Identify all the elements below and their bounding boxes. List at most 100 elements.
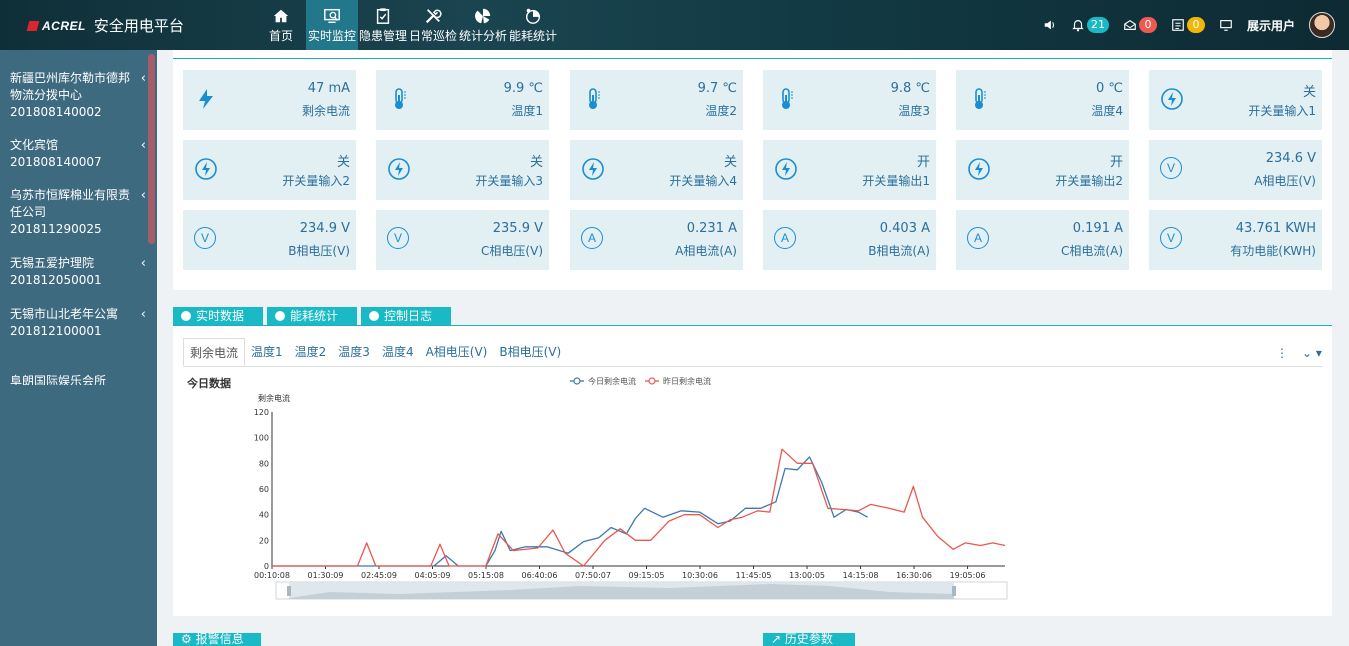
nav-label: 统计分析 [458, 28, 507, 43]
sidebar-site-item[interactable]: 文化宾馆 201808140007 ‹ [10, 137, 146, 171]
x-tick-label: 14:15:08 [843, 571, 879, 580]
x-tick-label: 02:45:09 [361, 571, 397, 580]
nav-energy[interactable]: 能耗统计 [508, 0, 558, 50]
subtab-temp2[interactable]: 温度2 [289, 338, 333, 366]
subtab-a-voltage[interactable]: A相电压(V) [420, 338, 494, 366]
subtab-temp3[interactable]: 温度3 [332, 338, 376, 366]
monitor-icon [324, 8, 340, 23]
chevron-down-icon[interactable]: ⌄ ▾ [1302, 346, 1322, 360]
pie-icon [275, 311, 285, 321]
residual-current-chart: 剩余电流 0 20 40 60 80 100 120 00:10:08 01:30:09 02:45… [254, 376, 1008, 600]
tab-alarm-info[interactable]: ⚙ 报警信息 [173, 633, 261, 646]
tab-energy-stats[interactable]: 能耗统计 [267, 307, 357, 325]
x-tick-label: 01:30:09 [308, 571, 344, 580]
volume-icon[interactable] [1043, 18, 1057, 32]
top-bar: ACREL 安全用电平台 首页 实时监控 隐患管理 日常巡检 统计分析 能耗统计 [0, 0, 1349, 50]
y-tick-label: 20 [259, 536, 269, 545]
metric-tile: 9.7 ℃ 温度2 [570, 70, 743, 130]
metric-tile: V 234.6 V A相电压(V) [1149, 140, 1322, 200]
brand-logo[interactable]: ACREL 安全用电平台 [26, 15, 184, 36]
nav-hazard-management[interactable]: 隐患管理 [358, 0, 408, 50]
sidebar-site-item[interactable]: 阜朗国际娱乐会所 ‹ [10, 373, 138, 385]
site-name: 乌苏市恒辉棉业有限责任公司 [10, 188, 131, 219]
switch-icon [194, 157, 218, 181]
sidebar-site-item[interactable]: 新疆巴州库尔勒市德邦物流分拨中心 201808140002 ‹ [10, 70, 146, 121]
metric-tile: 47 mA 剩余电流 [183, 70, 356, 130]
alarm-notifications[interactable]: 21 [1071, 17, 1109, 33]
screen-icon[interactable] [1219, 18, 1233, 32]
tab-control-log[interactable]: 控制日志 [361, 307, 451, 325]
legend-label: 今日剩余电流 [588, 376, 636, 386]
user-avatar[interactable] [1309, 12, 1335, 38]
chevron-left-icon[interactable]: ‹ [141, 255, 146, 272]
legend-marker [648, 377, 656, 385]
metric-label: 开关量输入4 [669, 174, 737, 188]
chevron-left-icon[interactable]: ‹ [141, 70, 146, 87]
metric-tile: 关开关量输入2 [183, 140, 356, 200]
nav-realtime-monitor[interactable]: 实时监控 [306, 0, 358, 50]
sidebar-scrollbar[interactable] [148, 54, 155, 244]
nav-home[interactable]: 首页 [256, 0, 306, 50]
metric-value: 0.403 A [879, 221, 930, 236]
subtab-divider [183, 366, 1322, 367]
y-tick-label: 40 [259, 511, 269, 520]
nav-statistics[interactable]: 统计分析 [458, 0, 508, 50]
trend-icon: ↗ [771, 633, 782, 646]
chevron-left-icon[interactable]: ‹ [141, 137, 146, 154]
sidebar-site-item[interactable]: 乌苏市恒辉棉业有限责任公司 201811290025 ‹ [10, 187, 146, 238]
thermometer-icon [774, 87, 798, 111]
sidebar-site-item[interactable]: 无锡五爱护理院 201812050001 ‹ [10, 255, 146, 289]
zoom-handle-left [287, 586, 291, 596]
metric-value: 43.761 KWH [1235, 221, 1316, 236]
chevron-left-icon[interactable]: ‹ [141, 306, 146, 323]
bell-icon [1072, 20, 1084, 32]
metric-label: 开关量输入2 [282, 174, 350, 188]
thermometer-icon [581, 87, 605, 111]
y-tick-label: 0 [264, 562, 269, 571]
metric-tile: A 0.191 A C相电流(A) [956, 210, 1129, 270]
metric-value: 关 [336, 155, 350, 170]
voltage-icon: V [1160, 157, 1184, 181]
chevron-left-icon[interactable]: ‹ [141, 187, 146, 204]
x-tick-label: 00:10:08 [254, 571, 290, 580]
metric-tabs: 剩余电流 温度1 温度2 温度3 温度4 A相电压(V) B相电压(V) [183, 338, 567, 366]
site-id: 201808140007 [10, 155, 102, 169]
tab-realtime-data[interactable]: 实时数据 [173, 307, 263, 325]
site-name: 无锡市山北老年公寓 [10, 307, 119, 321]
metric-label: 开关量输入1 [1248, 104, 1316, 118]
metric-label: 开关量输出1 [862, 174, 930, 188]
site-name: 文化宾馆 [10, 138, 59, 152]
metric-value: 234.6 V [1265, 151, 1316, 166]
task-notifications[interactable]: 0 [1171, 17, 1205, 33]
x-tick-label: 19:05:06 [950, 571, 986, 580]
nav-daily-inspection[interactable]: 日常巡检 [408, 0, 458, 50]
user-name[interactable]: 展示用户 [1247, 17, 1295, 34]
mail-notifications[interactable]: 0 [1123, 17, 1157, 33]
panel-divider [173, 58, 1332, 59]
series-line [272, 456, 868, 567]
subtab-temp4[interactable]: 温度4 [376, 338, 420, 366]
subtab-b-voltage[interactable]: B相电压(V) [493, 338, 567, 366]
energy-icon [525, 8, 541, 24]
voltage-icon: V [387, 227, 411, 251]
legend-marker [573, 377, 581, 385]
x-tick-label: 04:05:09 [415, 571, 451, 580]
metric-value: 9.8 ℃ [890, 81, 930, 96]
switch-icon [967, 157, 991, 181]
tab-tools: ⋮ ⌄ ▾ [1276, 346, 1322, 360]
sidebar-site-item[interactable]: 无锡市山北老年公寓 201812100001 ‹ [10, 306, 146, 340]
subtab-residual-current[interactable]: 剩余电流 [183, 338, 246, 366]
tab-history-params[interactable]: ↗ 历史参数 [763, 633, 855, 646]
subtab-temp1[interactable]: 温度1 [245, 338, 289, 366]
metric-tile: 开开关量输出1 [763, 140, 936, 200]
x-tick-label: 05:15:08 [468, 571, 504, 580]
metric-tile: 关开关量输入4 [570, 140, 743, 200]
x-tick-label: 10:30:06 [682, 571, 718, 580]
series-line [272, 448, 1006, 567]
metric-value: 9.9 ℃ [503, 81, 543, 96]
switch-icon [387, 157, 411, 181]
metric-value: 0.231 A [686, 221, 737, 236]
bolt-icon [194, 87, 218, 111]
home-icon [273, 9, 289, 22]
more-vertical-icon[interactable]: ⋮ [1276, 346, 1288, 360]
